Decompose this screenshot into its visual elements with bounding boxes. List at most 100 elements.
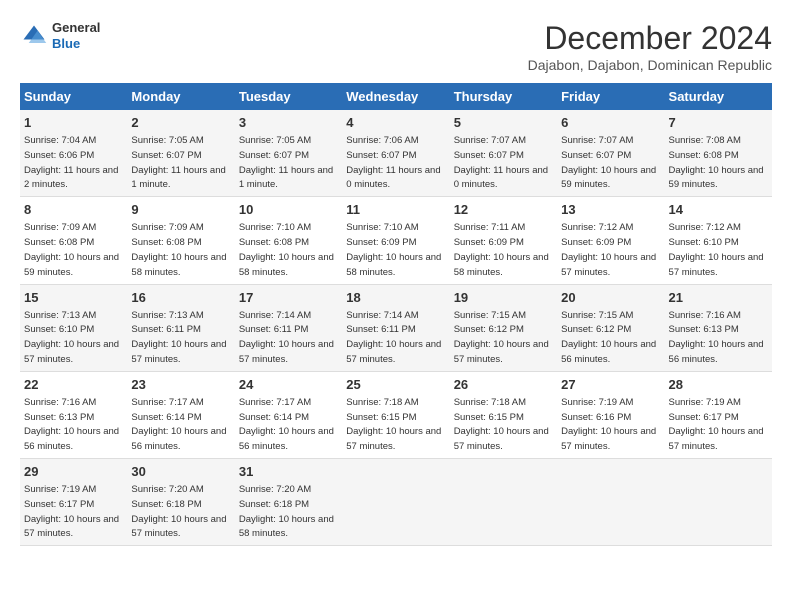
calendar-cell: 19 Sunrise: 7:15 AMSunset: 6:12 PMDaylig… xyxy=(450,284,557,371)
day-info: Sunrise: 7:07 AMSunset: 6:07 PMDaylight:… xyxy=(454,135,548,190)
day-number: 11 xyxy=(346,201,445,219)
day-info: Sunrise: 7:10 AMSunset: 6:08 PMDaylight:… xyxy=(239,222,334,277)
day-info: Sunrise: 7:09 AMSunset: 6:08 PMDaylight:… xyxy=(24,222,119,277)
calendar-cell: 16 Sunrise: 7:13 AMSunset: 6:11 PMDaylig… xyxy=(127,284,234,371)
day-info: Sunrise: 7:14 AMSunset: 6:11 PMDaylight:… xyxy=(346,310,441,365)
day-number: 5 xyxy=(454,114,553,132)
calendar-cell: 20 Sunrise: 7:15 AMSunset: 6:12 PMDaylig… xyxy=(557,284,664,371)
day-number: 21 xyxy=(669,289,768,307)
logo-text: General Blue xyxy=(52,20,100,51)
weekday-header-wednesday: Wednesday xyxy=(342,83,449,110)
day-info: Sunrise: 7:05 AMSunset: 6:07 PMDaylight:… xyxy=(131,135,225,190)
day-number: 30 xyxy=(131,463,230,481)
day-number: 1 xyxy=(24,114,123,132)
day-number: 24 xyxy=(239,376,338,394)
day-number: 20 xyxy=(561,289,660,307)
calendar-cell: 21 Sunrise: 7:16 AMSunset: 6:13 PMDaylig… xyxy=(665,284,772,371)
calendar-cell: 22 Sunrise: 7:16 AMSunset: 6:13 PMDaylig… xyxy=(20,371,127,458)
day-number: 26 xyxy=(454,376,553,394)
day-number: 18 xyxy=(346,289,445,307)
day-info: Sunrise: 7:18 AMSunset: 6:15 PMDaylight:… xyxy=(346,397,441,452)
calendar-cell: 8 Sunrise: 7:09 AMSunset: 6:08 PMDayligh… xyxy=(20,197,127,284)
calendar-cell: 27 Sunrise: 7:19 AMSunset: 6:16 PMDaylig… xyxy=(557,371,664,458)
day-number: 31 xyxy=(239,463,338,481)
calendar-cell: 18 Sunrise: 7:14 AMSunset: 6:11 PMDaylig… xyxy=(342,284,449,371)
day-number: 6 xyxy=(561,114,660,132)
day-number: 8 xyxy=(24,201,123,219)
calendar-week-row: 1 Sunrise: 7:04 AMSunset: 6:06 PMDayligh… xyxy=(20,110,772,197)
day-number: 27 xyxy=(561,376,660,394)
calendar-cell: 10 Sunrise: 7:10 AMSunset: 6:08 PMDaylig… xyxy=(235,197,342,284)
month-title: December 2024 xyxy=(528,20,772,57)
day-info: Sunrise: 7:18 AMSunset: 6:15 PMDaylight:… xyxy=(454,397,549,452)
day-info: Sunrise: 7:10 AMSunset: 6:09 PMDaylight:… xyxy=(346,222,441,277)
day-number: 22 xyxy=(24,376,123,394)
calendar-cell xyxy=(557,459,664,546)
day-number: 28 xyxy=(669,376,768,394)
day-number: 29 xyxy=(24,463,123,481)
weekday-header-friday: Friday xyxy=(557,83,664,110)
day-number: 12 xyxy=(454,201,553,219)
day-info: Sunrise: 7:19 AMSunset: 6:17 PMDaylight:… xyxy=(669,397,764,452)
day-info: Sunrise: 7:15 AMSunset: 6:12 PMDaylight:… xyxy=(561,310,656,365)
day-info: Sunrise: 7:14 AMSunset: 6:11 PMDaylight:… xyxy=(239,310,334,365)
day-number: 15 xyxy=(24,289,123,307)
calendar-cell: 26 Sunrise: 7:18 AMSunset: 6:15 PMDaylig… xyxy=(450,371,557,458)
calendar-cell: 17 Sunrise: 7:14 AMSunset: 6:11 PMDaylig… xyxy=(235,284,342,371)
day-info: Sunrise: 7:20 AMSunset: 6:18 PMDaylight:… xyxy=(239,484,334,539)
day-number: 19 xyxy=(454,289,553,307)
calendar-cell: 2 Sunrise: 7:05 AMSunset: 6:07 PMDayligh… xyxy=(127,110,234,197)
calendar-cell: 5 Sunrise: 7:07 AMSunset: 6:07 PMDayligh… xyxy=(450,110,557,197)
day-info: Sunrise: 7:07 AMSunset: 6:07 PMDaylight:… xyxy=(561,135,656,190)
day-number: 13 xyxy=(561,201,660,219)
weekday-header-saturday: Saturday xyxy=(665,83,772,110)
day-number: 14 xyxy=(669,201,768,219)
day-number: 7 xyxy=(669,114,768,132)
weekday-header-monday: Monday xyxy=(127,83,234,110)
day-number: 3 xyxy=(239,114,338,132)
calendar-cell: 28 Sunrise: 7:19 AMSunset: 6:17 PMDaylig… xyxy=(665,371,772,458)
day-number: 16 xyxy=(131,289,230,307)
day-number: 2 xyxy=(131,114,230,132)
day-info: Sunrise: 7:05 AMSunset: 6:07 PMDaylight:… xyxy=(239,135,333,190)
calendar-cell: 30 Sunrise: 7:20 AMSunset: 6:18 PMDaylig… xyxy=(127,459,234,546)
logo: General Blue xyxy=(20,20,100,51)
calendar-cell: 6 Sunrise: 7:07 AMSunset: 6:07 PMDayligh… xyxy=(557,110,664,197)
day-info: Sunrise: 7:11 AMSunset: 6:09 PMDaylight:… xyxy=(454,222,549,277)
logo-icon xyxy=(20,22,48,50)
day-info: Sunrise: 7:08 AMSunset: 6:08 PMDaylight:… xyxy=(669,135,764,190)
day-number: 23 xyxy=(131,376,230,394)
calendar-week-row: 15 Sunrise: 7:13 AMSunset: 6:10 PMDaylig… xyxy=(20,284,772,371)
calendar-cell: 12 Sunrise: 7:11 AMSunset: 6:09 PMDaylig… xyxy=(450,197,557,284)
weekday-header-sunday: Sunday xyxy=(20,83,127,110)
calendar-cell: 11 Sunrise: 7:10 AMSunset: 6:09 PMDaylig… xyxy=(342,197,449,284)
logo-general: General xyxy=(52,20,100,36)
calendar-week-row: 8 Sunrise: 7:09 AMSunset: 6:08 PMDayligh… xyxy=(20,197,772,284)
day-info: Sunrise: 7:17 AMSunset: 6:14 PMDaylight:… xyxy=(131,397,226,452)
calendar-cell: 1 Sunrise: 7:04 AMSunset: 6:06 PMDayligh… xyxy=(20,110,127,197)
calendar-table: SundayMondayTuesdayWednesdayThursdayFrid… xyxy=(20,83,772,546)
day-info: Sunrise: 7:19 AMSunset: 6:16 PMDaylight:… xyxy=(561,397,656,452)
day-number: 25 xyxy=(346,376,445,394)
weekday-header-thursday: Thursday xyxy=(450,83,557,110)
day-info: Sunrise: 7:13 AMSunset: 6:10 PMDaylight:… xyxy=(24,310,119,365)
day-info: Sunrise: 7:19 AMSunset: 6:17 PMDaylight:… xyxy=(24,484,119,539)
calendar-week-row: 22 Sunrise: 7:16 AMSunset: 6:13 PMDaylig… xyxy=(20,371,772,458)
calendar-cell: 23 Sunrise: 7:17 AMSunset: 6:14 PMDaylig… xyxy=(127,371,234,458)
title-block: December 2024 Dajabon, Dajabon, Dominica… xyxy=(528,20,772,73)
calendar-cell: 13 Sunrise: 7:12 AMSunset: 6:09 PMDaylig… xyxy=(557,197,664,284)
calendar-cell: 7 Sunrise: 7:08 AMSunset: 6:08 PMDayligh… xyxy=(665,110,772,197)
page-header: General Blue December 2024 Dajabon, Daja… xyxy=(20,20,772,73)
calendar-cell: 24 Sunrise: 7:17 AMSunset: 6:14 PMDaylig… xyxy=(235,371,342,458)
day-number: 10 xyxy=(239,201,338,219)
day-info: Sunrise: 7:17 AMSunset: 6:14 PMDaylight:… xyxy=(239,397,334,452)
calendar-cell xyxy=(450,459,557,546)
day-info: Sunrise: 7:09 AMSunset: 6:08 PMDaylight:… xyxy=(131,222,226,277)
calendar-cell: 25 Sunrise: 7:18 AMSunset: 6:15 PMDaylig… xyxy=(342,371,449,458)
calendar-week-row: 29 Sunrise: 7:19 AMSunset: 6:17 PMDaylig… xyxy=(20,459,772,546)
day-info: Sunrise: 7:15 AMSunset: 6:12 PMDaylight:… xyxy=(454,310,549,365)
logo-blue: Blue xyxy=(52,36,100,52)
calendar-cell: 31 Sunrise: 7:20 AMSunset: 6:18 PMDaylig… xyxy=(235,459,342,546)
day-info: Sunrise: 7:16 AMSunset: 6:13 PMDaylight:… xyxy=(24,397,119,452)
day-number: 4 xyxy=(346,114,445,132)
